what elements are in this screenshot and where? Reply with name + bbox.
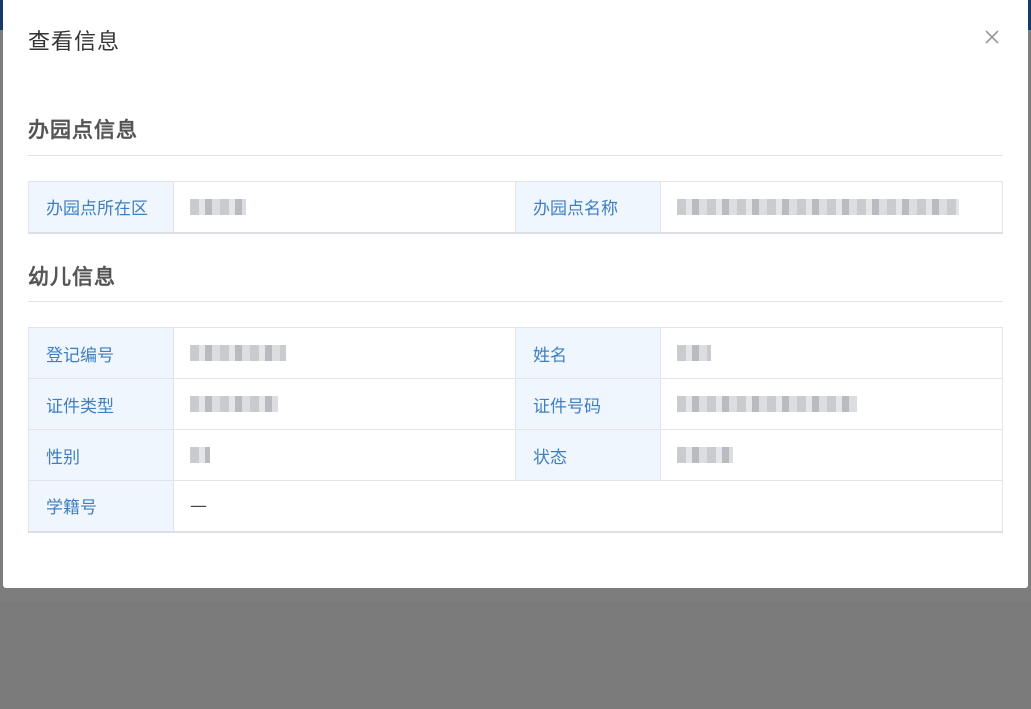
table-row: 学籍号 — — [28, 480, 1003, 533]
field-label-gender: 性别 — [28, 429, 174, 481]
kindergarten-site-table: 办园点所在区 办园点名称 — [28, 181, 1003, 234]
dialog-title: 查看信息 — [28, 30, 121, 55]
field-label-name: 姓名 — [515, 327, 661, 379]
table-row: 证件类型 证件号码 — [28, 378, 1003, 430]
field-value-id-number — [660, 378, 1003, 430]
field-value-status — [660, 429, 1003, 481]
field-value-site-name — [660, 181, 1003, 234]
section-title-child-info: 幼儿信息 — [28, 265, 116, 289]
redacted-value — [677, 447, 733, 463]
close-button[interactable] — [981, 26, 1003, 48]
table-row: 办园点所在区 办园点名称 — [28, 181, 1003, 234]
field-label-id-type: 证件类型 — [28, 378, 174, 430]
field-label-student-number: 学籍号 — [28, 480, 174, 533]
close-icon — [985, 30, 999, 44]
redacted-value — [677, 345, 711, 361]
redacted-value — [677, 198, 959, 215]
field-value-name — [660, 327, 1003, 379]
child-info-table: 登记编号 姓名 证件类型 证件号码 性别 状态 学籍号 — — [28, 327, 1003, 533]
table-row: 登记编号 姓名 — [28, 327, 1003, 379]
section-title-kindergarten-site: 办园点信息 — [28, 118, 138, 142]
view-info-dialog: 查看信息 办园点信息 办园点所在区 办园点名称 幼儿信息 登记编号 姓名 证件类… — [3, 0, 1028, 588]
field-value-gender — [173, 429, 516, 481]
empty-value-dash: — — [190, 495, 207, 516]
field-label-site-name: 办园点名称 — [515, 181, 661, 234]
redacted-value — [677, 396, 857, 412]
field-value-registration-number — [173, 327, 516, 379]
field-value-id-type — [173, 378, 516, 430]
field-label-status: 状态 — [515, 429, 661, 481]
redacted-value — [190, 447, 210, 463]
redacted-value — [190, 198, 246, 215]
table-row: 性别 状态 — [28, 429, 1003, 481]
field-value-district — [173, 181, 516, 234]
field-value-student-number: — — [173, 480, 1003, 533]
field-label-id-number: 证件号码 — [515, 378, 661, 430]
field-label-district: 办园点所在区 — [28, 181, 174, 234]
field-label-registration-number: 登记编号 — [28, 327, 174, 379]
section-divider — [28, 155, 1003, 156]
redacted-value — [190, 345, 286, 361]
section-divider — [28, 301, 1003, 302]
redacted-value — [190, 396, 278, 412]
